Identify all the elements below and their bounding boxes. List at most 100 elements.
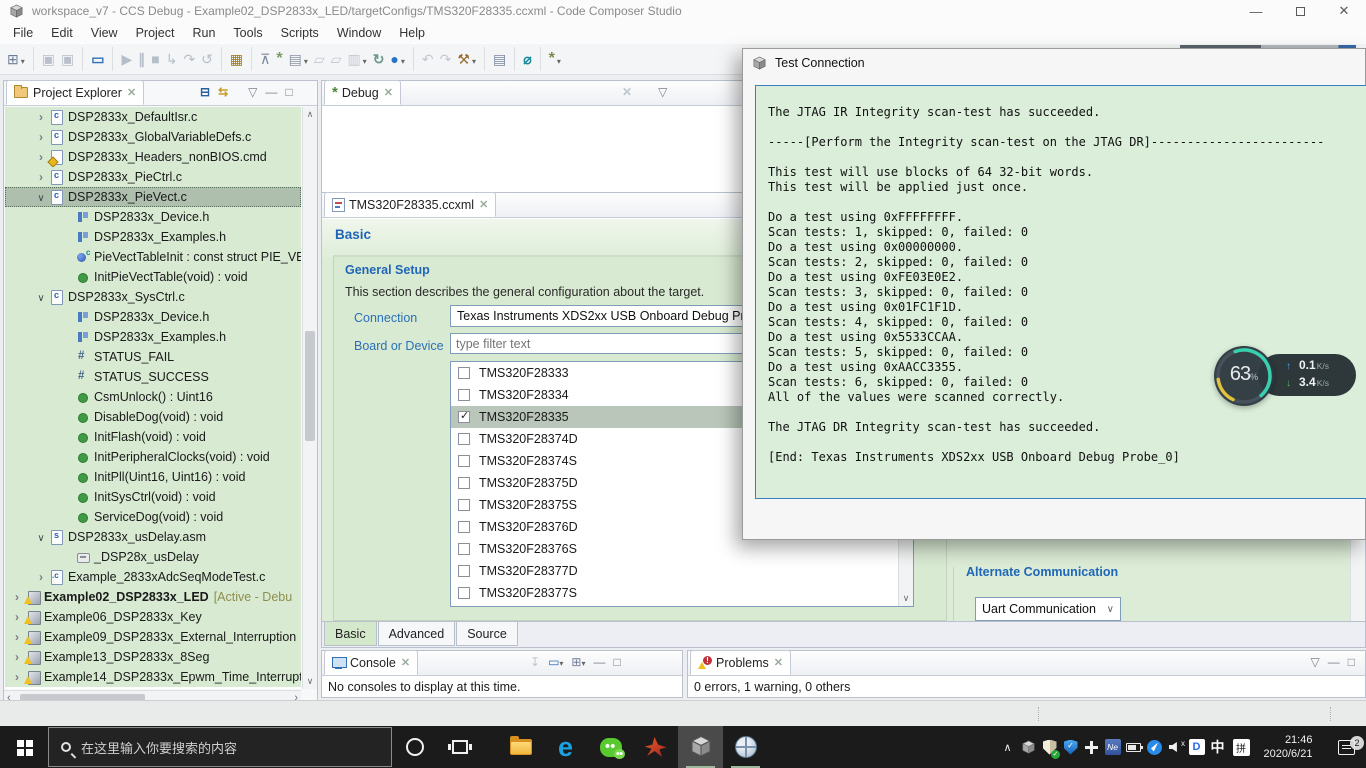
tree-item[interactable]: STATUS_SUCCESS <box>5 367 301 387</box>
device-checkbox[interactable] <box>458 433 470 445</box>
tab-problems[interactable]: Problems ✕ <box>690 650 791 675</box>
tree-item[interactable]: DSP2833x_Examples.h <box>5 227 301 247</box>
tree-item[interactable]: Example_2833xAdcSeqModeTest.c <box>5 567 301 587</box>
tree-item[interactable]: STATUS_FAIL <box>5 347 301 367</box>
toolbar-button[interactable]: ▤ <box>286 47 311 71</box>
close-icon[interactable]: ✕ <box>401 656 410 669</box>
device-row[interactable]: TMS320F28377D <box>451 560 898 582</box>
view-menu-icon[interactable]: ▽ <box>248 85 257 99</box>
tree-item[interactable]: DisableDog(void) : void <box>5 407 301 427</box>
tab-console[interactable]: Console ✕ <box>324 650 418 675</box>
close-icon[interactable]: ✕ <box>127 86 136 99</box>
view-menu-icon[interactable]: ▽ <box>658 85 667 99</box>
scroll-down-icon[interactable]: ∨ <box>303 676 317 687</box>
ime-pad-icon[interactable]: 拼 <box>1228 726 1254 768</box>
scrollbar-thumb[interactable] <box>305 331 315 441</box>
tree-item[interactable]: DSP2833x_Headers_nonBIOS.cmd <box>5 147 301 167</box>
net-speed-overlay[interactable]: ↑ 0.1 K/s ↓ 3.4 K/s 63% <box>1214 344 1360 412</box>
toolbar-button[interactable]: ▥ <box>344 47 369 71</box>
scroll-up-icon[interactable]: ∧ <box>303 109 317 120</box>
toolbar-button[interactable]: ▱ <box>328 47 345 71</box>
device-row[interactable]: TMS320F28376S <box>451 538 898 560</box>
device-checkbox[interactable] <box>458 521 470 533</box>
scroll-down-icon[interactable]: ∨ <box>899 593 913 604</box>
toolbar-button[interactable]: ▣ <box>33 47 58 71</box>
tree-chevron-icon[interactable] <box>34 570 48 584</box>
chevron-down-icon[interactable] <box>361 51 367 67</box>
menu-item[interactable]: Tools <box>224 24 271 42</box>
tree-chevron-icon[interactable] <box>10 630 24 644</box>
tree-item[interactable]: CsmUnlock() : Uint16 <box>5 387 301 407</box>
battery-tray-icon[interactable] <box>1123 726 1144 768</box>
ime-mode-icon[interactable]: 中 <box>1207 726 1228 768</box>
tree-item[interactable]: InitPeripheralClocks(void) : void <box>5 447 301 467</box>
device-checkbox[interactable] <box>458 367 470 379</box>
minimize-button[interactable]: — <box>1234 0 1278 22</box>
tree-item[interactable]: Example13_DSP2833x_8Seg <box>5 647 301 667</box>
usage-gauge[interactable]: 63% <box>1214 346 1274 406</box>
device-checkbox[interactable] <box>458 565 470 577</box>
device-checkbox[interactable] <box>458 587 470 599</box>
toolbar-button[interactable]: ↷ <box>437 47 455 71</box>
tab-ccxml[interactable]: TMS320F28335.ccxml ✕ <box>324 192 496 217</box>
menu-item[interactable]: View <box>82 24 127 42</box>
tree-chevron-icon[interactable] <box>34 530 48 544</box>
device-checkbox[interactable] <box>458 411 470 423</box>
tree-item[interactable]: Example09_DSP2833x_External_Interruption <box>5 627 301 647</box>
toolbar-button[interactable]: ● <box>387 47 407 71</box>
menu-item[interactable]: Project <box>127 24 184 42</box>
toolbar-button[interactable]: ▭ <box>82 47 107 71</box>
chevron-down-icon[interactable] <box>19 51 25 67</box>
device-checkbox[interactable] <box>458 477 470 489</box>
tree-chevron-icon[interactable] <box>34 150 48 164</box>
editor-page-tab[interactable]: Source <box>456 622 518 646</box>
tree-item[interactable]: PieVectTableInit : const struct PIE_VECT <box>5 247 301 267</box>
device-checkbox[interactable] <box>458 455 470 467</box>
close-icon[interactable]: ✕ <box>479 198 488 211</box>
device-checkbox[interactable] <box>458 499 470 511</box>
maximize-view-icon[interactable]: □ <box>614 655 621 669</box>
ccs-taskbar-button[interactable] <box>678 726 723 768</box>
netease-tray-icon[interactable]: Ne <box>1102 726 1123 768</box>
menu-item[interactable]: Help <box>390 24 434 42</box>
tree-item[interactable]: DSP2833x_Examples.h <box>5 327 301 347</box>
device-row[interactable]: TMS320F28377S <box>451 582 898 604</box>
file-explorer-button[interactable] <box>498 726 543 768</box>
minimize-view-icon[interactable]: — <box>594 655 606 669</box>
tree-chevron-icon[interactable] <box>34 130 48 144</box>
menu-item[interactable]: Window <box>328 24 390 42</box>
tree-item[interactable]: DSP2833x_Device.h <box>5 307 301 327</box>
tree-chevron-icon[interactable] <box>34 190 48 204</box>
toolbar-button[interactable]: ↳ <box>163 47 181 71</box>
menu-item[interactable]: Run <box>183 24 224 42</box>
tray-ccs-icon[interactable] <box>1018 726 1039 768</box>
tree-item[interactable]: DSP2833x_PieVect.c <box>5 187 301 207</box>
toolbar-button[interactable]: ↻ <box>370 47 388 71</box>
tree-chevron-icon[interactable] <box>10 610 24 624</box>
view-menu-icon[interactable]: ▽ <box>1311 655 1320 669</box>
editor-page-tab[interactable]: Basic <box>324 622 377 646</box>
tree-item[interactable]: DSP2833x_DefaultIsr.c <box>5 107 301 127</box>
pin-console-icon[interactable]: ↧ <box>530 655 540 669</box>
toolbar-button[interactable]: ∥ <box>135 47 148 71</box>
defender-shield-icon[interactable] <box>1039 726 1060 768</box>
toolbar-button[interactable]: ⊼ <box>251 47 273 71</box>
toolbar-button[interactable]: ⚒ <box>454 47 479 71</box>
tree-chevron-icon[interactable] <box>10 670 24 684</box>
security-shield-icon[interactable] <box>1060 726 1081 768</box>
tab-debug[interactable]: * Debug ✕ <box>324 80 401 105</box>
toolbar-button[interactable]: ▶ <box>112 47 135 71</box>
toolbar-button[interactable]: ▣ <box>58 47 77 71</box>
menu-item[interactable]: Edit <box>42 24 82 42</box>
toolbar-button[interactable]: ↷ <box>180 47 198 71</box>
explorer-vertical-scrollbar[interactable]: ∧ ∨ <box>302 107 317 689</box>
tree-item[interactable]: DSP2833x_SysCtrl.c <box>5 287 301 307</box>
tree-item[interactable]: InitFlash(void) : void <box>5 427 301 447</box>
menu-item[interactable]: File <box>4 24 42 42</box>
tree-chevron-icon[interactable] <box>34 170 48 184</box>
action-center-button[interactable]: 2 <box>1326 740 1366 755</box>
toolbar-button[interactable]: ■ <box>148 47 162 71</box>
tree-item[interactable]: InitPll(Uint16, Uint16) : void <box>5 467 301 487</box>
chevron-down-icon[interactable] <box>555 51 561 67</box>
device-checkbox[interactable] <box>458 543 470 555</box>
